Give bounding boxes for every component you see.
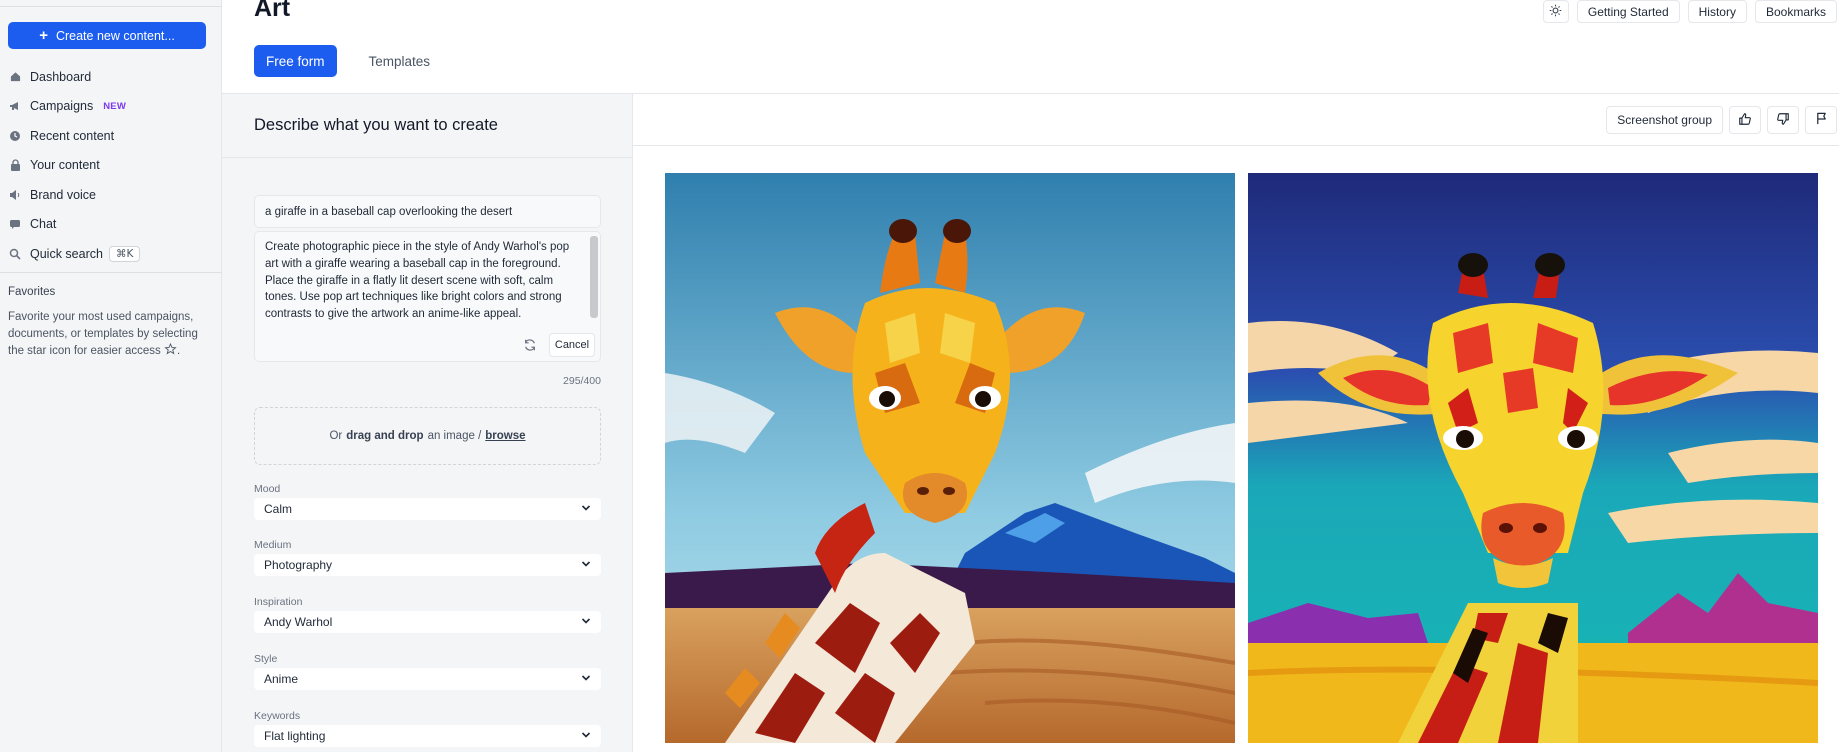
mood-value: Calm <box>264 502 293 516</box>
style-select[interactable]: Anime <box>254 668 601 690</box>
getting-started-button[interactable]: Getting Started <box>1576 0 1680 23</box>
create-new-content-button[interactable]: + Create new content... <box>8 22 206 49</box>
prompt-text: a giraffe in a baseball cap overlooking … <box>265 205 513 218</box>
describe-panel: Describe what you want to create a giraf… <box>222 94 633 752</box>
medium-label: Medium <box>254 539 292 551</box>
header-actions: Getting Started History Bookmarks <box>1542 0 1837 23</box>
chat-icon <box>8 217 22 231</box>
sidebar-item-label: Brand voice <box>30 187 97 202</box>
mode-tabs: Free form Templates <box>254 45 442 77</box>
character-counter: 295/400 <box>563 375 601 387</box>
new-badge: NEW <box>103 100 126 112</box>
results-panel: Screenshot group <box>633 94 1839 752</box>
results-toolbar: Screenshot group <box>633 94 1839 146</box>
drop-drag-text: drag and drop <box>346 430 424 442</box>
expanded-prompt-textarea[interactable]: Create photographic piece in the style o… <box>254 231 601 362</box>
sidebar-item-label: Campaigns <box>30 99 94 114</box>
sun-icon <box>1549 4 1562 20</box>
screenshot-group-button[interactable]: Screenshot group <box>1606 106 1723 134</box>
sidebar-item-dashboard[interactable]: Dashboard <box>8 62 214 92</box>
generated-image-2[interactable] <box>1248 173 1818 743</box>
sidebar-item-campaigns[interactable]: Campaigns NEW <box>8 92 214 122</box>
browse-link[interactable]: browse <box>485 430 525 442</box>
keywords-value: Flat lighting <box>264 729 326 743</box>
star-icon <box>164 342 177 357</box>
style-label: Style <box>254 653 278 665</box>
thumbs-up-icon <box>1738 112 1752 129</box>
refresh-icon[interactable] <box>523 338 539 354</box>
shortcut-badge: ⌘K <box>108 245 141 262</box>
bookmarks-button[interactable]: Bookmarks <box>1754 0 1837 23</box>
drop-or-text: Or <box>329 430 343 442</box>
sidebar-item-brand-voice[interactable]: Brand voice <box>8 180 214 210</box>
drop-mid-text: an image / <box>427 430 482 442</box>
sidebar-item-chat[interactable]: Chat <box>8 210 214 240</box>
cancel-button[interactable]: Cancel <box>549 333 595 357</box>
page-title: Art <box>254 0 291 22</box>
search-icon <box>8 247 22 261</box>
keywords-label: Keywords <box>254 710 301 722</box>
flag-icon <box>1815 112 1828 128</box>
favorites-text-period: . <box>176 345 181 357</box>
history-button[interactable]: History <box>1687 0 1747 23</box>
generated-image-1[interactable] <box>665 173 1235 743</box>
flag-button[interactable] <box>1805 106 1837 134</box>
prompt-input[interactable]: a giraffe in a baseball cap overlooking … <box>254 195 601 228</box>
megaphone-icon <box>8 99 22 113</box>
tab-free-form[interactable]: Free form <box>254 45 337 77</box>
expanded-prompt-text: Create photographic piece in the style o… <box>265 241 570 321</box>
speaker-icon <box>8 188 22 202</box>
keywords-select[interactable]: Flat lighting <box>254 725 601 747</box>
chevron-down-icon <box>581 672 591 686</box>
results-actions: Screenshot group <box>1606 106 1837 134</box>
sidebar-item-label: Your content <box>30 158 100 173</box>
thumbs-up-button[interactable] <box>1729 106 1761 134</box>
textarea-scrollbar[interactable] <box>590 236 598 318</box>
sidebar-item-label: Recent content <box>30 128 115 143</box>
inspiration-value: Andy Warhol <box>264 615 333 629</box>
plus-icon: + <box>39 27 48 44</box>
chevron-down-icon <box>581 729 591 743</box>
clock-icon <box>8 129 22 143</box>
sidebar-item-quick-search[interactable]: Quick search ⌘K <box>8 239 214 269</box>
theme-toggle-button[interactable] <box>1542 0 1569 23</box>
mood-label: Mood <box>254 483 281 495</box>
favorites-description: Favorite your most used campaigns, docum… <box>8 309 208 360</box>
image-drop-zone[interactable]: Or drag and drop an image / browse <box>254 407 601 465</box>
favorites-title: Favorites <box>8 286 56 298</box>
thumbs-down-button[interactable] <box>1767 106 1799 134</box>
sidebar-divider <box>0 272 222 273</box>
chevron-down-icon <box>581 558 591 572</box>
sidebar-item-label: Quick search <box>30 246 103 261</box>
sidebar-top-divider <box>0 6 222 7</box>
chevron-down-icon <box>581 502 591 516</box>
lock-icon <box>8 158 22 172</box>
mood-select[interactable]: Calm <box>254 498 601 520</box>
sidebar-item-recent-content[interactable]: Recent content <box>8 121 214 151</box>
inspiration-label: Inspiration <box>254 596 303 608</box>
sidebar-item-label: Chat <box>30 217 57 232</box>
chevron-down-icon <box>581 615 591 629</box>
home-icon <box>8 70 22 84</box>
medium-select[interactable]: Photography <box>254 554 601 576</box>
sidebar-item-label: Dashboard <box>30 69 92 84</box>
describe-heading: Describe what you want to create <box>222 94 632 158</box>
create-new-content-label: Create new content... <box>55 28 175 43</box>
sidebar-nav: Dashboard Campaigns NEW Recent content Y… <box>8 62 214 269</box>
inspiration-select[interactable]: Andy Warhol <box>254 611 601 633</box>
medium-value: Photography <box>264 558 333 572</box>
tab-templates[interactable]: Templates <box>363 45 443 77</box>
sidebar: + Create new content... Dashboard Campai… <box>0 0 222 752</box>
style-value: Anime <box>264 672 299 686</box>
thumbs-down-icon <box>1776 112 1790 129</box>
sidebar-item-your-content[interactable]: Your content <box>8 151 214 181</box>
